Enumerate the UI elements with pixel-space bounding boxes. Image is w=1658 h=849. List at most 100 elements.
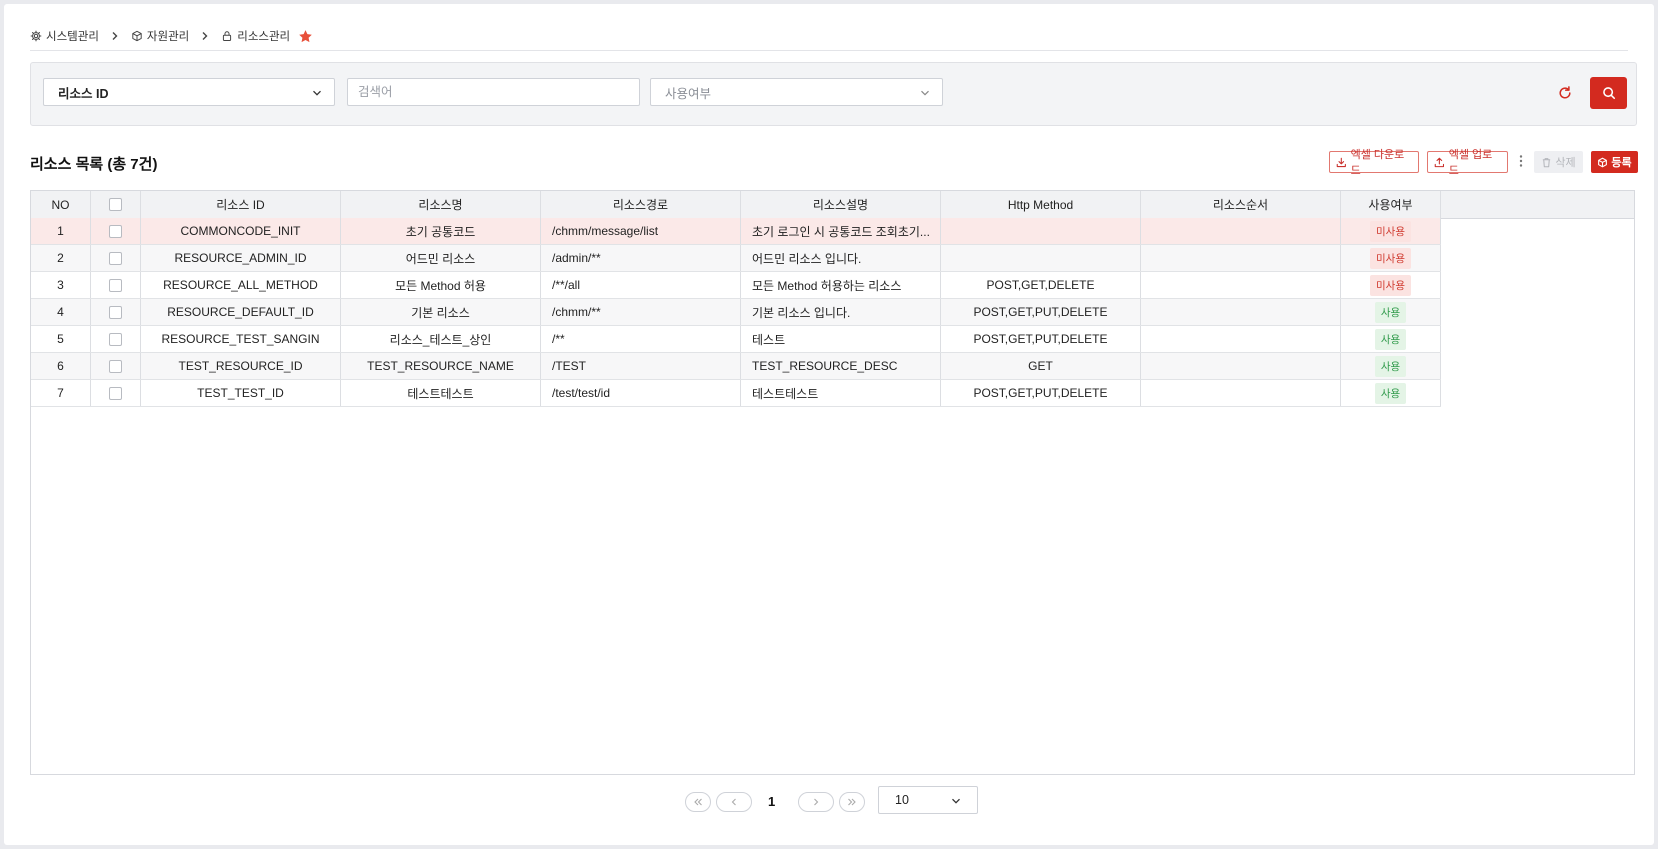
table-row[interactable]: 1 COMMONCODE_INIT 초기 공통코드/chmm/message/lis…	[31, 218, 1441, 245]
row-checkbox[interactable]	[109, 332, 122, 346]
chevron-right-icon	[112, 32, 118, 40]
cell-no: 4	[31, 299, 91, 325]
cell-checkbox	[91, 299, 141, 325]
cell-resource-name: 모든 Method 허용	[341, 272, 541, 298]
row-checkbox[interactable]	[109, 224, 122, 238]
search-type-select[interactable]: 리소스 ID	[43, 78, 335, 106]
cell-no: 3	[31, 272, 91, 298]
cell-resource-name: 초기 공통코드	[341, 218, 541, 244]
table-row[interactable]: 6 TEST_RESOURCE_ID TEST_RESOURCE_NAME/TEST…	[31, 353, 1441, 380]
row-checkbox[interactable]	[109, 386, 122, 400]
cell-resource-id: TEST_TEST_ID	[141, 380, 341, 406]
current-page[interactable]: 1	[768, 794, 775, 809]
cell-http-method	[941, 218, 1141, 244]
table-row[interactable]: 7 TEST_TEST_ID 테스트테스트/test/test/id 테스트테스트 PO…	[31, 380, 1441, 407]
excel-download-label: 엑셀 다운로드	[1350, 149, 1405, 177]
cell-use-status: 사용	[1341, 299, 1441, 325]
cell-http-method: POST,GET,DELETE	[941, 272, 1141, 298]
row-checkbox[interactable]	[109, 251, 122, 265]
column-header-resource-path[interactable]: 리소스경로	[541, 191, 741, 218]
prev-page-button[interactable]	[716, 792, 752, 812]
row-checkbox[interactable]	[109, 305, 122, 319]
cell-resource-order	[1141, 299, 1341, 325]
delete-label: 삭제	[1555, 157, 1576, 169]
chevron-down-icon	[921, 90, 929, 96]
breadcrumb-item-resource[interactable]: 리소스관리	[221, 28, 290, 44]
app-frame: 시스템관리 자원관리 리소스관리 리소스 ID 사용여부	[4, 4, 1654, 845]
cell-checkbox	[91, 218, 141, 244]
table-row[interactable]: 5 RESOURCE_TEST_SANGIN 리소스_테스트_상인/** 테스트 POS…	[31, 326, 1441, 353]
star-icon[interactable]	[298, 29, 313, 44]
trash-icon	[1543, 157, 1551, 167]
register-label: 등록	[1611, 157, 1632, 169]
cell-resource-id: RESOURCE_ALL_METHOD	[141, 272, 341, 298]
cell-no: 7	[31, 380, 91, 406]
cell-use-status: 미사용	[1341, 218, 1441, 244]
first-page-button[interactable]	[685, 792, 711, 812]
cell-resource-path: /**/all	[541, 272, 741, 298]
breadcrumb-item-system[interactable]: 시스템관리	[30, 28, 99, 44]
cell-resource-desc: TEST_RESOURCE_DESC	[741, 353, 941, 379]
cube-icon	[132, 30, 142, 42]
cell-checkbox	[91, 326, 141, 352]
search-button[interactable]	[1590, 77, 1627, 109]
cell-resource-name: 어드민 리소스	[341, 245, 541, 271]
status-badge: 사용	[1374, 301, 1407, 323]
cell-no: 1	[31, 218, 91, 244]
excel-upload-button[interactable]: 엑셀 업로드	[1427, 149, 1508, 177]
use-status-select[interactable]: 사용여부	[650, 78, 943, 106]
cube-icon	[1598, 157, 1608, 167]
cell-resource-name: TEST_RESOURCE_NAME	[341, 353, 541, 379]
cell-resource-path: /TEST	[541, 353, 741, 379]
last-page-button[interactable]	[839, 792, 865, 812]
cell-resource-desc: 테스트	[741, 326, 941, 352]
column-header-use-status[interactable]: 사용여부	[1341, 191, 1441, 218]
row-checkbox[interactable]	[109, 278, 122, 292]
cell-resource-desc: 기본 리소스 입니다.	[741, 299, 941, 325]
cell-use-status: 미사용	[1341, 272, 1441, 298]
cell-resource-order	[1141, 218, 1341, 244]
column-header-resource-order[interactable]: 리소스순서	[1141, 191, 1341, 218]
cell-resource-order	[1141, 245, 1341, 271]
cell-no: 6	[31, 353, 91, 379]
column-header-resource-desc[interactable]: 리소스설명	[741, 191, 941, 218]
column-header-resource-name[interactable]: 리소스명	[341, 191, 541, 218]
cell-use-status: 사용	[1341, 353, 1441, 379]
lock-icon	[223, 31, 232, 41]
column-header-resource-id[interactable]: 리소스 ID	[141, 191, 341, 218]
next-page-button[interactable]	[798, 792, 834, 812]
table-row[interactable]: 3 RESOURCE_ALL_METHOD 모든 Method 허용/**/all 모…	[31, 272, 1441, 299]
breadcrumb-label: 자원관리	[146, 31, 190, 43]
cell-checkbox	[91, 353, 141, 379]
cell-resource-order	[1141, 326, 1341, 352]
chevron-double-right-icon	[848, 798, 856, 806]
cell-use-status: 사용	[1341, 380, 1441, 406]
select-all-checkbox[interactable]	[109, 198, 122, 211]
breadcrumb-label: 시스템관리	[46, 31, 99, 43]
search-input[interactable]	[356, 84, 631, 100]
cell-resource-id: RESOURCE_ADMIN_ID	[141, 245, 341, 271]
table-row[interactable]: 4 RESOURCE_DEFAULT_ID 기본 리소스/chmm/** 기본 리소스…	[31, 299, 1441, 326]
column-header-http-method[interactable]: Http Method	[941, 191, 1141, 218]
list-count: (총 7건)	[107, 156, 158, 173]
cell-resource-name: 테스트테스트	[341, 380, 541, 406]
search-panel: 리소스 ID 사용여부	[30, 62, 1637, 126]
divider	[30, 50, 1628, 51]
chevron-down-icon	[952, 798, 960, 804]
cell-resource-desc: 모든 Method 허용하는 리소스	[741, 272, 941, 298]
delete-button[interactable]: 삭제	[1534, 151, 1583, 173]
cell-resource-order	[1141, 353, 1341, 379]
breadcrumb-item-resource-mgmt[interactable]: 자원관리	[131, 28, 189, 44]
table-row[interactable]: 2 RESOURCE_ADMIN_ID 어드민 리소스/admin/** 어드민 리소…	[31, 245, 1441, 272]
chevron-double-left-icon	[694, 798, 702, 806]
excel-download-button[interactable]: 엑셀 다운로드	[1329, 149, 1419, 177]
page-size-select[interactable]: 10	[878, 786, 978, 814]
column-header-no[interactable]: NO	[31, 191, 91, 218]
row-checkbox[interactable]	[109, 359, 122, 373]
more-vertical-icon[interactable]	[1518, 154, 1524, 168]
table-body: 1 COMMONCODE_INIT 초기 공통코드/chmm/message/lis…	[31, 218, 1441, 407]
cell-http-method: POST,GET,PUT,DELETE	[941, 326, 1141, 352]
register-button[interactable]: 등록	[1591, 151, 1638, 173]
column-header-select-all[interactable]	[91, 191, 141, 218]
refresh-icon[interactable]	[1557, 85, 1573, 101]
